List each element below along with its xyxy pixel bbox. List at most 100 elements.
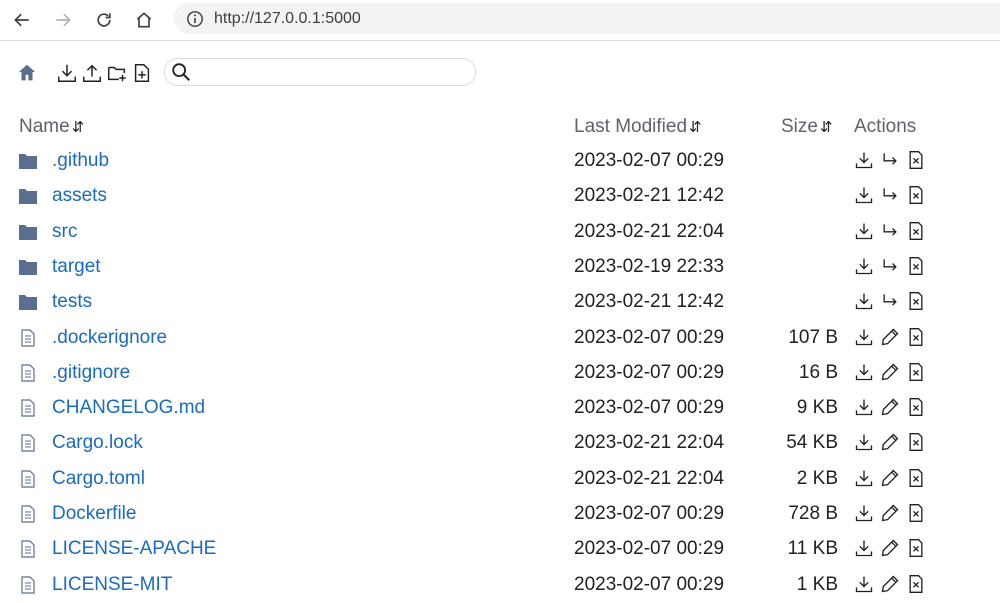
delete-icon[interactable] bbox=[905, 149, 927, 171]
url-text[interactable]: http://127.0.0.1:5000 bbox=[214, 10, 361, 28]
table-row: Dockerfile 2023-02-07 00:29 728 B bbox=[0, 497, 1000, 532]
file-size: 2 KB bbox=[796, 467, 838, 489]
edit-icon[interactable] bbox=[879, 326, 901, 348]
info-icon[interactable] bbox=[186, 10, 204, 28]
edit-icon[interactable] bbox=[879, 431, 901, 453]
download-icon[interactable] bbox=[853, 467, 875, 489]
sort-icon: ⇵ bbox=[689, 119, 702, 136]
delete-icon[interactable] bbox=[905, 396, 927, 418]
row-actions bbox=[853, 290, 931, 312]
home-button[interactable] bbox=[131, 7, 157, 33]
last-modified: 2023-02-21 22:04 bbox=[574, 432, 725, 454]
download-icon[interactable] bbox=[853, 431, 875, 453]
reload-button[interactable] bbox=[91, 7, 117, 33]
file-name-link[interactable]: target bbox=[52, 256, 101, 278]
file-name-link[interactable]: Cargo.lock bbox=[52, 432, 143, 454]
delete-icon[interactable] bbox=[905, 467, 927, 489]
delete-icon[interactable] bbox=[905, 361, 927, 383]
new-folder-button[interactable] bbox=[105, 61, 129, 85]
column-header-size[interactable]: Size ⇵ bbox=[781, 116, 833, 138]
last-modified: 2023-02-07 00:29 bbox=[574, 361, 725, 383]
file-name-link[interactable]: LICENSE-APACHE bbox=[52, 538, 216, 560]
back-button[interactable] bbox=[9, 7, 35, 33]
edit-icon[interactable] bbox=[879, 502, 901, 524]
download-icon[interactable] bbox=[853, 502, 875, 524]
download-icon[interactable] bbox=[853, 361, 875, 383]
table-row: .github 2023-02-07 00:29 bbox=[0, 144, 1000, 179]
edit-icon[interactable] bbox=[879, 396, 901, 418]
download-icon[interactable] bbox=[853, 537, 875, 559]
download-icon[interactable] bbox=[853, 220, 875, 242]
home-icon bbox=[18, 64, 36, 81]
last-modified: 2023-02-21 12:42 bbox=[574, 185, 725, 207]
download-icon[interactable] bbox=[853, 149, 875, 171]
row-actions bbox=[853, 502, 931, 524]
download-icon[interactable] bbox=[853, 290, 875, 312]
table-row: .dockerignore 2023-02-07 00:29 107 B bbox=[0, 321, 1000, 356]
last-modified: 2023-02-21 12:42 bbox=[574, 291, 725, 313]
delete-icon[interactable] bbox=[905, 184, 927, 206]
file-name-link[interactable]: assets bbox=[52, 185, 107, 207]
search-input[interactable] bbox=[196, 62, 470, 82]
column-header-last-modified[interactable]: Last Modified ⇵ bbox=[574, 116, 702, 138]
file-icon bbox=[18, 540, 38, 558]
delete-icon[interactable] bbox=[905, 537, 927, 559]
file-icon bbox=[18, 470, 38, 488]
table-row: .gitignore 2023-02-07 00:29 16 B bbox=[0, 356, 1000, 391]
edit-icon[interactable] bbox=[879, 361, 901, 383]
file-name-link[interactable]: .github bbox=[52, 150, 109, 172]
delete-icon[interactable] bbox=[905, 290, 927, 312]
edit-icon[interactable] bbox=[879, 467, 901, 489]
upload-button[interactable] bbox=[80, 61, 104, 85]
edit-icon[interactable] bbox=[879, 537, 901, 559]
file-icon bbox=[18, 364, 38, 382]
table-row: CHANGELOG.md 2023-02-07 00:29 9 KB bbox=[0, 391, 1000, 426]
delete-icon[interactable] bbox=[905, 502, 927, 524]
search-box[interactable] bbox=[164, 58, 476, 86]
table-row: LICENSE-APACHE 2023-02-07 00:29 11 KB bbox=[0, 532, 1000, 567]
row-actions bbox=[853, 255, 931, 277]
file-name-link[interactable]: Dockerfile bbox=[52, 503, 136, 525]
folder-icon bbox=[18, 187, 38, 205]
forward-button[interactable] bbox=[50, 7, 76, 33]
file-name-link[interactable]: tests bbox=[52, 291, 92, 313]
move-icon[interactable] bbox=[879, 255, 901, 277]
file-name-link[interactable]: CHANGELOG.md bbox=[52, 397, 205, 419]
search-icon bbox=[170, 61, 192, 83]
new-file-button[interactable] bbox=[130, 61, 154, 85]
delete-icon[interactable] bbox=[905, 326, 927, 348]
sort-icon: ⇵ bbox=[71, 119, 85, 136]
download-icon[interactable] bbox=[853, 255, 875, 277]
home-link[interactable] bbox=[15, 61, 39, 85]
move-icon[interactable] bbox=[879, 149, 901, 171]
file-name-link[interactable]: .gitignore bbox=[52, 362, 130, 384]
delete-icon[interactable] bbox=[905, 431, 927, 453]
row-actions bbox=[853, 184, 931, 206]
delete-icon[interactable] bbox=[905, 573, 927, 595]
file-name-link[interactable]: src bbox=[52, 221, 77, 243]
file-name-link[interactable]: Cargo.toml bbox=[52, 468, 145, 490]
delete-icon[interactable] bbox=[905, 220, 927, 242]
download-icon[interactable] bbox=[853, 573, 875, 595]
folder-icon bbox=[18, 223, 38, 241]
file-name-link[interactable]: .dockerignore bbox=[52, 327, 167, 349]
download-icon[interactable] bbox=[853, 396, 875, 418]
table-row: Cargo.toml 2023-02-21 22:04 2 KB bbox=[0, 462, 1000, 497]
edit-icon[interactable] bbox=[879, 573, 901, 595]
reload-icon bbox=[97, 13, 111, 27]
move-icon[interactable] bbox=[879, 220, 901, 242]
file-name-link[interactable]: LICENSE-MIT bbox=[52, 574, 172, 596]
move-icon[interactable] bbox=[879, 184, 901, 206]
file-icon bbox=[18, 575, 38, 594]
file-size: 1 KB bbox=[796, 573, 838, 595]
download-icon[interactable] bbox=[853, 184, 875, 206]
folder-icon bbox=[18, 152, 38, 170]
download-icon[interactable] bbox=[853, 326, 875, 348]
arrow-left-icon bbox=[14, 13, 29, 27]
address-bar[interactable]: http://127.0.0.1:5000 bbox=[174, 3, 1000, 34]
column-header-name[interactable]: Name ⇵ bbox=[19, 116, 84, 138]
delete-icon[interactable] bbox=[905, 255, 927, 277]
move-icon[interactable] bbox=[879, 290, 901, 312]
upload-icon bbox=[83, 64, 101, 82]
download-all-button[interactable] bbox=[55, 61, 79, 85]
